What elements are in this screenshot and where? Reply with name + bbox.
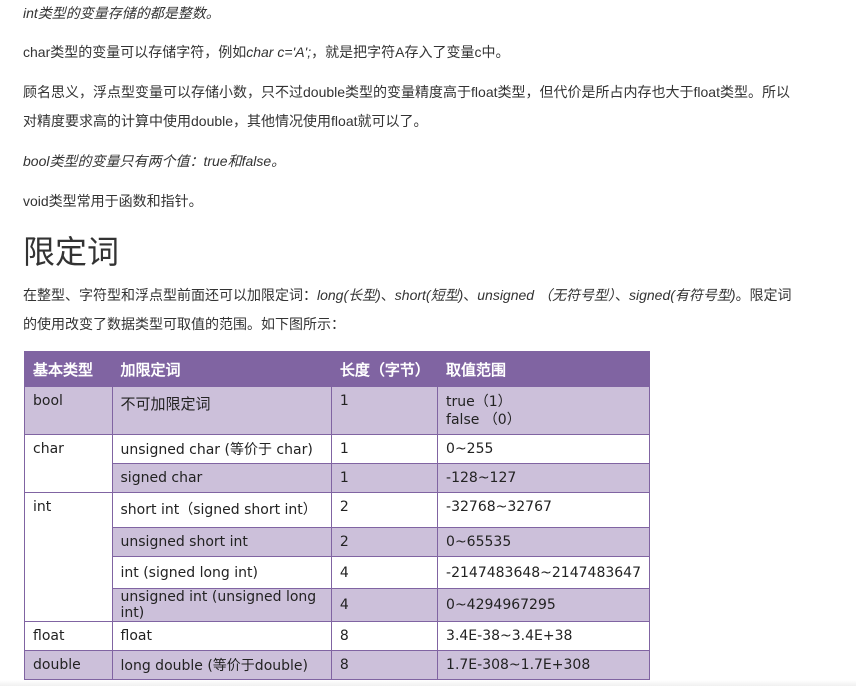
cell-qualifier: signed char — [111, 463, 332, 493]
table-row: int (signed long int) 4 -2147483648~2147… — [25, 556, 650, 589]
separator: 、 — [614, 287, 629, 303]
paragraph-bool: bool类型的变量只有两个值：true和false。 — [23, 147, 285, 175]
qualifier-signed: signed(有符号型) — [628, 287, 736, 303]
cell-range: -32768~32767 — [437, 492, 650, 528]
cell-type: double — [24, 650, 113, 680]
cell-qualifier: unsigned short int — [111, 527, 332, 557]
paragraph-char-pre: char类型的变量可以存储字符，例如 — [23, 44, 247, 60]
cell-length: 2 — [330, 492, 439, 528]
header-qualifier: 加限定词 — [111, 351, 332, 387]
cell-qualifier: 不可加限定词 — [111, 386, 332, 435]
cell-type: int — [24, 492, 113, 622]
paragraph-qualifiers: 在整型、字符型和浮点型前面还可以加限定词：long(长型)、short(短型)、… — [23, 281, 803, 339]
paragraph-int: int类型的变量存储的都是整数。 — [23, 0, 220, 27]
cell-range: true（1） false （0） — [437, 386, 650, 435]
cell-range: -2147483648~2147483647 — [437, 556, 650, 589]
cell-length: 1 — [330, 463, 439, 493]
cell-type: char — [24, 434, 113, 493]
cell-length: 2 — [330, 527, 439, 557]
cell-qualifier: short int（signed short int） — [111, 492, 332, 528]
cell-range: 0~4294967295 — [437, 588, 650, 622]
range-false: false （0） — [446, 412, 521, 428]
qualifier-short: short(短型) — [394, 287, 464, 303]
header-length: 长度（字节） — [330, 351, 439, 387]
section-heading: 限定词 — [23, 233, 120, 271]
range-true: true（1） — [446, 394, 512, 410]
table-row: unsigned int (unsigned long int) 4 0~429… — [25, 588, 650, 622]
cell-qualifier: unsigned char (等价于 char) — [111, 434, 332, 464]
cell-length: 1 — [330, 386, 439, 435]
qualifier-unsigned: unsigned （无符号型） — [477, 287, 615, 303]
table-row: unsigned short int 2 0~65535 — [25, 527, 650, 557]
header-range: 取值范围 — [437, 351, 650, 387]
paragraph-bool-text: bool类型的变量只有两个值：true和false。 — [23, 153, 286, 169]
cell-qualifier: long double (等价于double) — [111, 650, 332, 680]
table-header-row: 基本类型 加限定词 长度（字节） 取值范围 — [24, 351, 650, 387]
bottom-edge — [0, 680, 856, 686]
paragraph-float: 顾名思义，浮点型变量可以存储小数，只不过double类型的变量精度高于float… — [23, 84, 790, 129]
table-row: signed char 1 -128~127 — [25, 463, 650, 493]
cell-type: float — [24, 621, 113, 651]
cell-type: bool — [24, 386, 113, 435]
cell-qualifier: int (signed long int) — [111, 556, 332, 589]
paragraph-int-text: int类型的变量存储的都是整数。 — [23, 5, 220, 21]
qualifiers-intro: 在整型、字符型和浮点型前面还可以加限定词： — [23, 287, 317, 303]
cell-range: 3.4E-38~3.4E+38 — [437, 621, 650, 651]
cell-length: 1 — [330, 434, 439, 464]
header-base-type: 基本类型 — [24, 351, 113, 387]
paragraph-char-code: char c='A'; — [246, 44, 312, 60]
cell-qualifier: float — [111, 621, 332, 651]
cell-range: 1.7E-308~1.7E+308 — [437, 650, 650, 680]
cell-qualifier: unsigned int (unsigned long int) — [111, 588, 332, 622]
paragraph-void: void类型常用于函数和指针。 — [23, 193, 203, 209]
table-row: bool 不可加限定词 1 true（1） false （0） — [24, 386, 650, 435]
paragraph-char: char类型的变量可以存储字符，例如char c='A';，就是把字符A存入了变… — [23, 38, 509, 66]
cell-length: 4 — [330, 588, 439, 622]
separator: 、 — [380, 287, 395, 303]
table-row: char unsigned char (等价于 char) 1 0~255 — [24, 434, 650, 493]
paragraph-char-post: ，就是把字符A存入了变量c中。 — [311, 44, 510, 60]
cell-length: 8 — [330, 650, 439, 680]
table-row: float float 8 3.4E-38~3.4E+38 — [24, 621, 650, 651]
table-row: double long double (等价于double) 8 1.7E-30… — [24, 650, 650, 680]
cell-range: 0~65535 — [437, 527, 650, 557]
qualifier-table: 基本类型 加限定词 长度（字节） 取值范围 bool 不可加限定词 1 true… — [24, 351, 650, 680]
cell-length: 8 — [330, 621, 439, 651]
cell-range: 0~255 — [437, 434, 650, 464]
table-row: int short int（signed short int） 2 -32768… — [24, 492, 650, 622]
cell-length: 4 — [330, 556, 439, 589]
cell-range: -128~127 — [437, 463, 650, 493]
qualifier-long: long(长型) — [317, 287, 381, 303]
separator: 、 — [463, 287, 478, 303]
